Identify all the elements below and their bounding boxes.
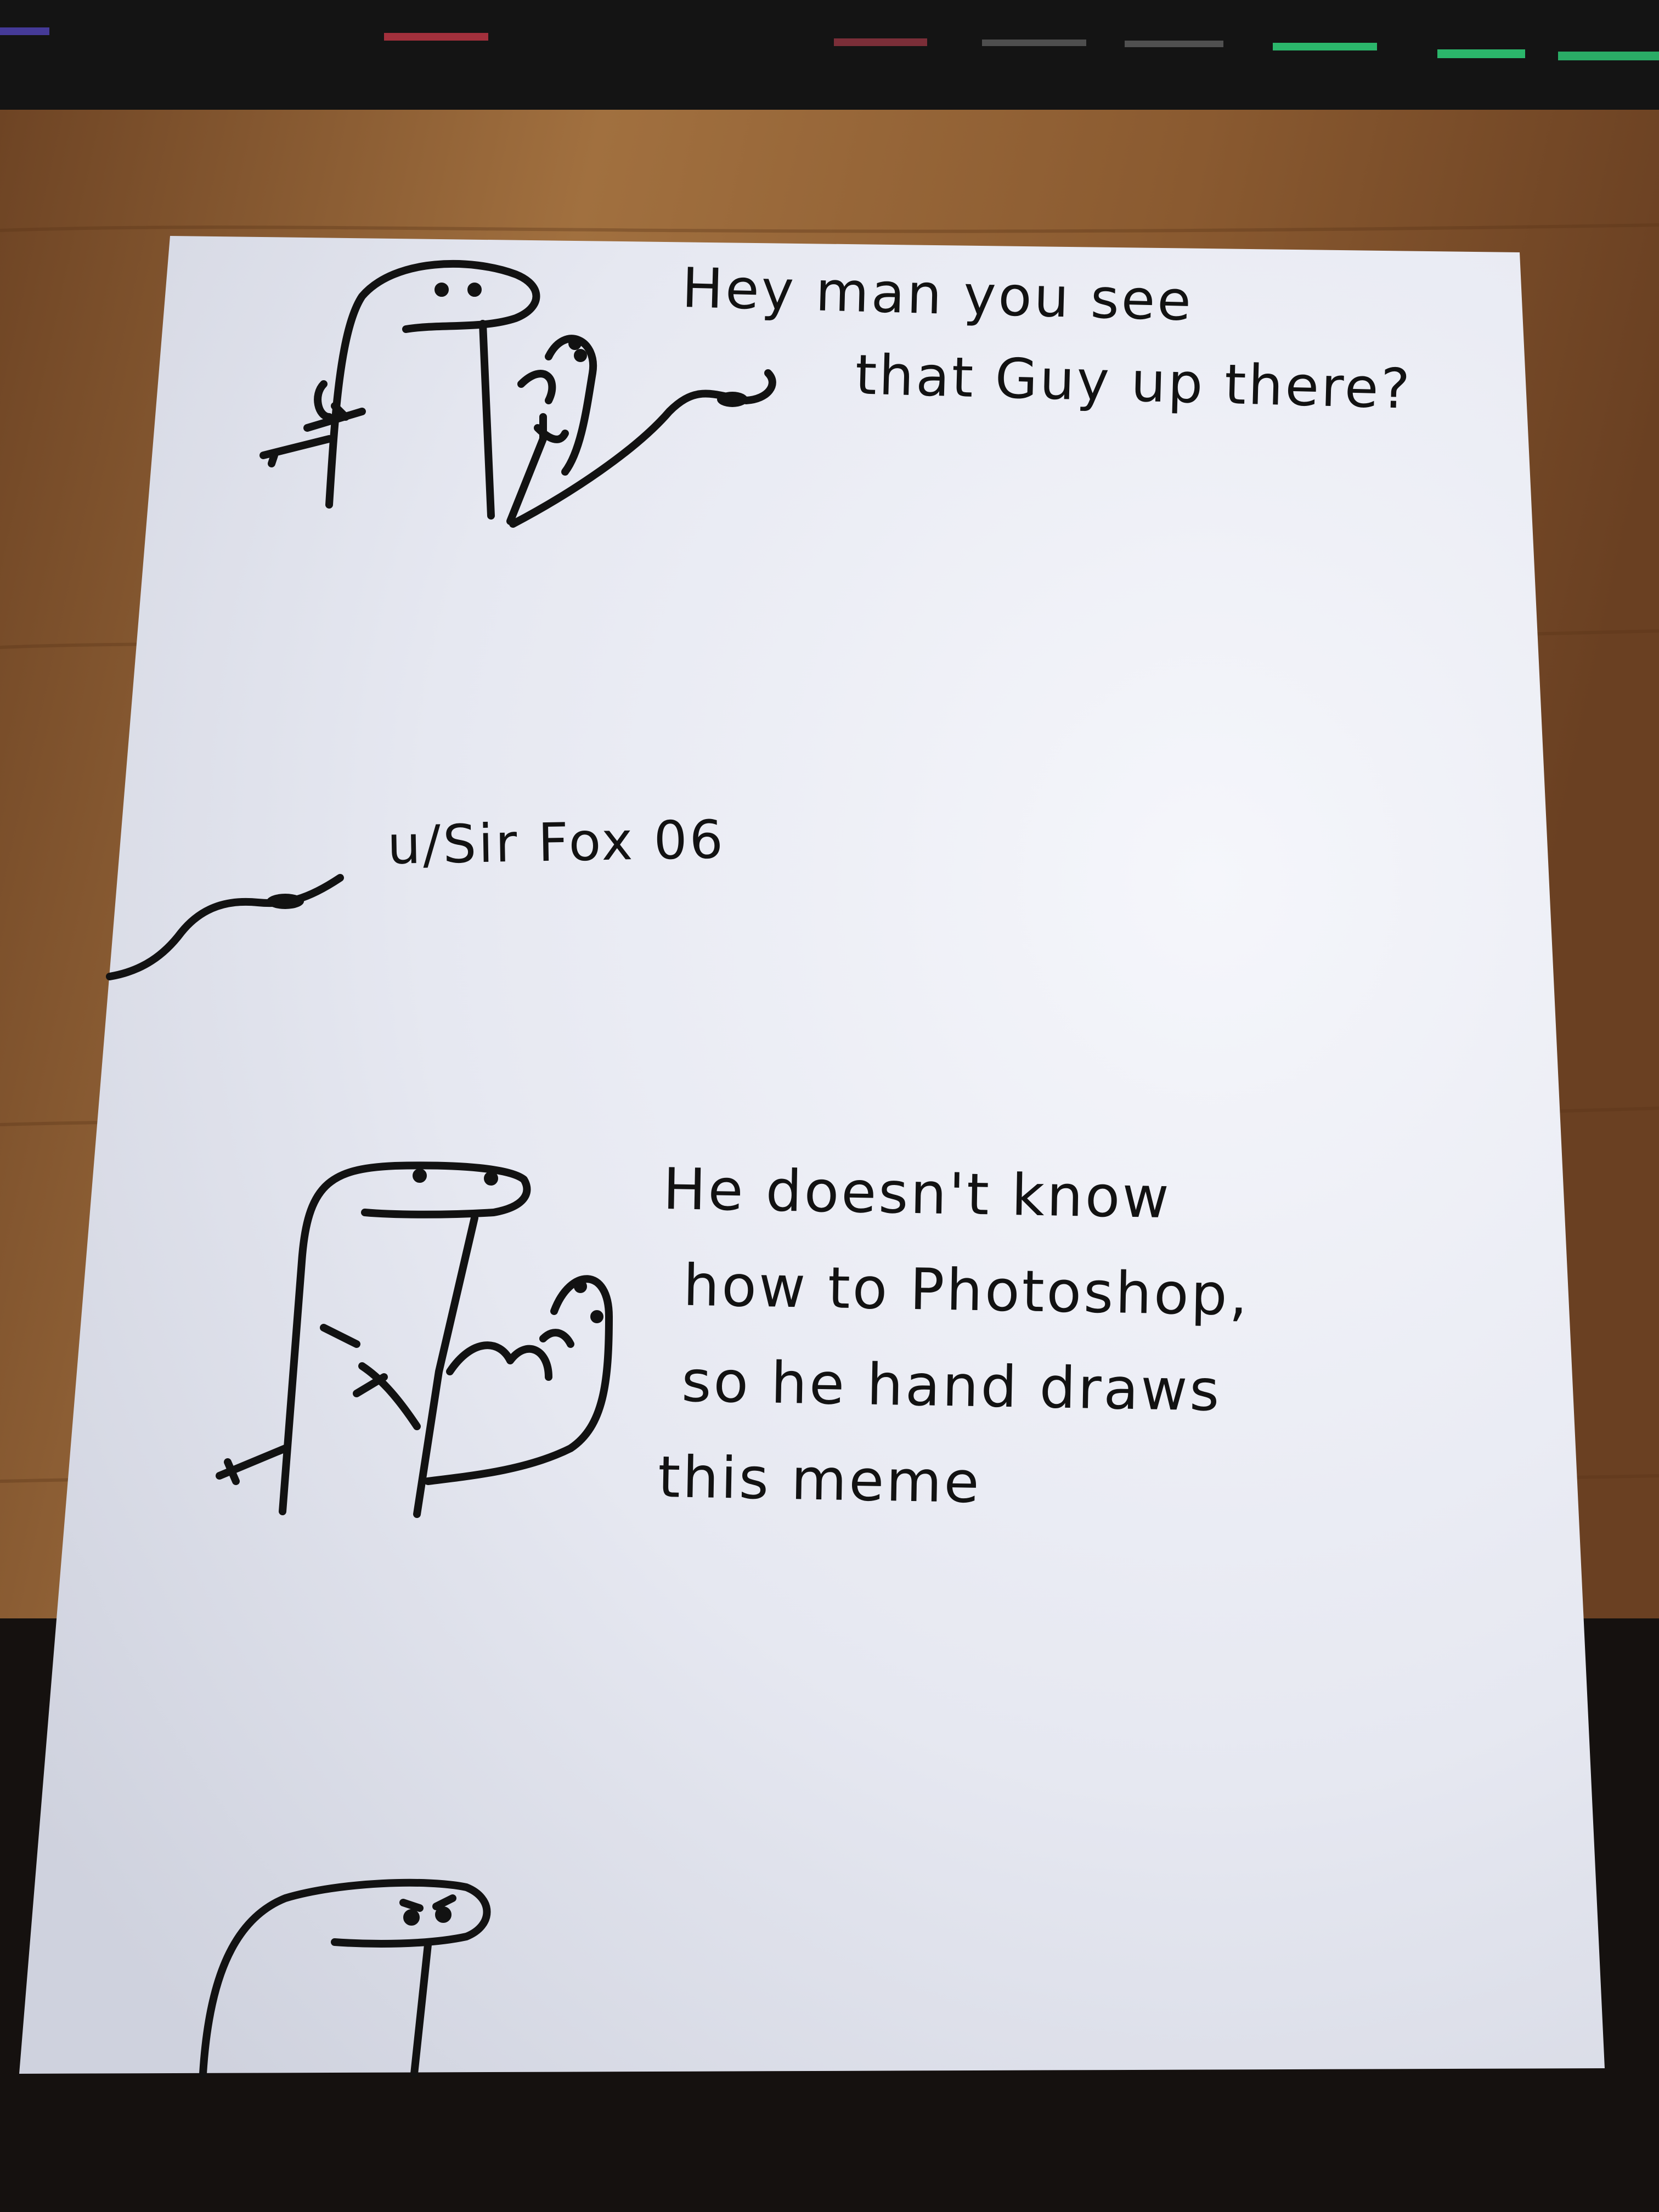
top-panel-caption: Hey man you see that Guy up there? xyxy=(679,247,1415,431)
caption-line: this meme xyxy=(657,1443,982,1516)
photo-scene: Hey man you see that Guy up there? u/Sir… xyxy=(0,0,1659,2212)
middle-panel-caption: He doesn't know how to Photoshop, so he … xyxy=(657,1141,1252,1536)
username-signature: u/Sir Fox 06 xyxy=(387,809,726,876)
caption-line: He doesn't know xyxy=(662,1155,1172,1232)
caption-line: so he hand draws xyxy=(681,1347,1222,1424)
keyboard xyxy=(0,0,1659,115)
caption-line: how to Photoshop, xyxy=(682,1251,1250,1329)
